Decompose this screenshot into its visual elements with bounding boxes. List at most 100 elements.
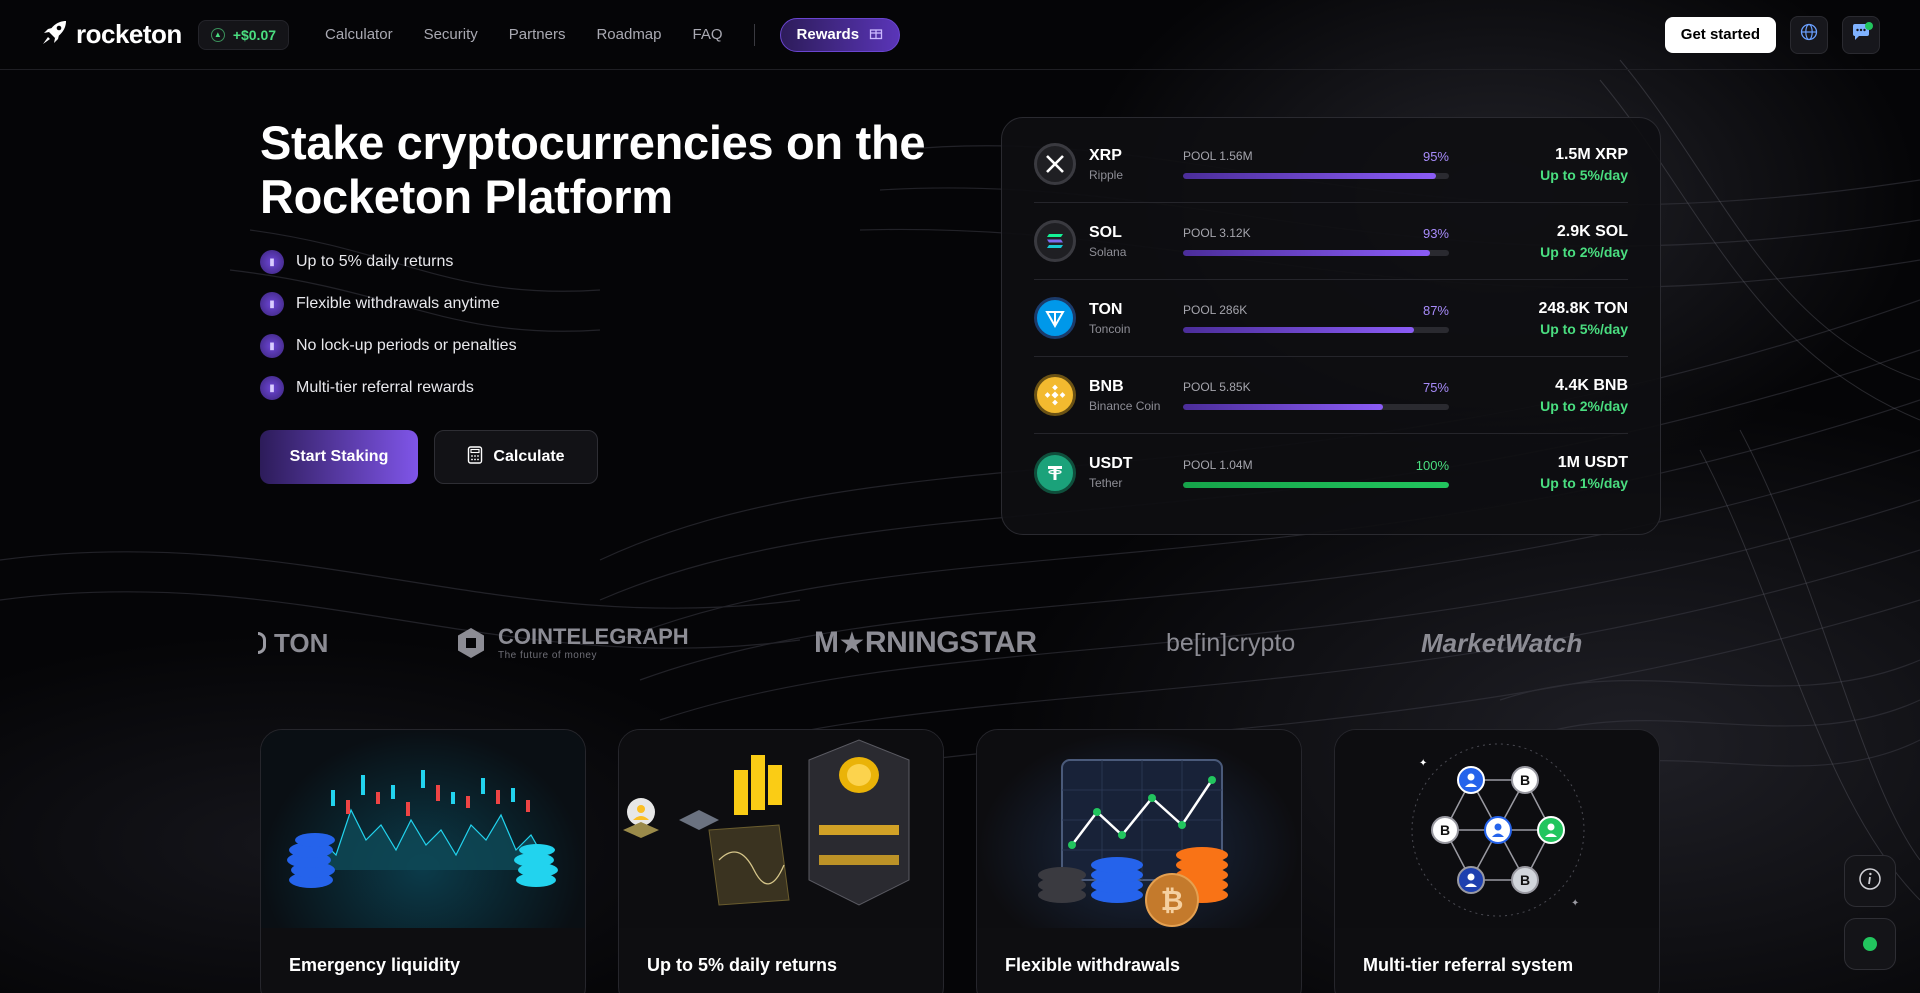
- nav-partners[interactable]: Partners: [509, 26, 566, 43]
- price-change-value: +$0.07: [232, 26, 277, 43]
- status-dot-icon: [1863, 937, 1877, 951]
- pool-progress-fill: [1183, 404, 1383, 410]
- star-icon: ★: [838, 626, 866, 660]
- pool-rate: Up to 2%/day: [1540, 243, 1628, 260]
- pool-amount: 4.4K BNB: [1555, 376, 1628, 394]
- coin-name: Ripple: [1089, 167, 1124, 182]
- hero-title-line2: Rocketon Platform: [260, 170, 673, 223]
- coin-name: Tether: [1089, 476, 1123, 490]
- partner-logos: TON COINTELEGRAPH The future of money M ★…: [0, 615, 1920, 671]
- pool-amount: 1M USDT: [1557, 454, 1628, 471]
- card-title: Up to 5% daily returns: [647, 955, 838, 975]
- rocket-icon: [40, 17, 70, 52]
- pool-size: POOL 5.85K: [1183, 380, 1251, 394]
- pool-row-ton[interactable]: TON Toncoin POOL 286K 87% 248.8K TON Up to …: [1034, 280, 1628, 357]
- feature-card-emergency-liquidity[interactable]: Emergency liquidity: [260, 729, 586, 993]
- pool-progress-bar: [1183, 327, 1449, 333]
- feature-card-flexible-withdrawals[interactable]: ₿ Flexible withdrawals: [976, 729, 1302, 993]
- coin-symbol: XRP: [1089, 146, 1122, 164]
- partner-morningstar-m: M: [814, 626, 839, 659]
- language-button[interactable]: [1790, 15, 1828, 54]
- pool-size: POOL 1.04M: [1183, 457, 1253, 472]
- feature-card-referral-system[interactable]: B B B ✦ ✦ Multi-tier referral system: [1334, 729, 1660, 993]
- check-icon: ▮: [260, 250, 284, 274]
- hero-section: Stake cryptocurrencies on the Rocketon P…: [260, 116, 980, 484]
- liquidity-illustration: [261, 730, 585, 928]
- partner-morningstar-rest: RNINGSTAR: [864, 626, 1037, 659]
- returns-illustration: [619, 730, 943, 928]
- svg-text:₿: ₿: [1161, 885, 1184, 916]
- partner-beincrypto-in: [in]: [1193, 628, 1228, 657]
- pool-amount: 248.8K TON: [1538, 299, 1628, 317]
- logo[interactable]: rocketon: [40, 17, 182, 52]
- pool-size: POOL 1.56M: [1183, 149, 1253, 163]
- referral-illustration: B B B ✦ ✦: [1335, 730, 1659, 928]
- pool-progress-fill: [1183, 481, 1449, 488]
- pool-row-bnb[interactable]: BNB Binance Coin POOL 5.85K 75% 4.4K BNB Up…: [1034, 357, 1628, 434]
- pool-row-usdt[interactable]: USDT Tether POOL 1.04M 100% 1M USDT Up to 1…: [1034, 434, 1628, 511]
- pool-row-sol[interactable]: SOL Solana POOL 3.12K 93% 2.9K SOL Up to 2%…: [1034, 203, 1628, 280]
- nav-security[interactable]: Security: [424, 26, 478, 43]
- bnb-coin-icon: [1034, 374, 1076, 416]
- pool-percent: 87%: [1422, 303, 1449, 318]
- feature-text: Flexible withdrawals anytime: [296, 295, 500, 312]
- sol-coin-icon: [1034, 220, 1076, 262]
- globe-icon: [1800, 23, 1818, 46]
- feature-text: Up to 5% daily returns: [296, 253, 454, 270]
- pool-rate: Up to 2%/day: [1540, 397, 1628, 414]
- feature-item: ▮ No lock-up periods or penalties: [260, 334, 980, 358]
- top-navbar: rocketon ▲ +$0.07 Calculator Security Pa…: [0, 0, 1920, 70]
- xrp-coin-icon: [1034, 143, 1076, 185]
- online-indicator: [1865, 21, 1873, 30]
- coin-symbol: BNB: [1089, 377, 1124, 395]
- partner-beincrypto-logo: be [in] crypto: [1166, 615, 1295, 671]
- get-started-button[interactable]: Get started: [1664, 16, 1776, 53]
- svg-text:✦: ✦: [1419, 758, 1427, 769]
- pool-rate: Up to 5%/day: [1540, 166, 1628, 183]
- calculate-button[interactable]: Calculate: [434, 430, 598, 484]
- gift-icon: [869, 26, 883, 44]
- pool-row-xrp[interactable]: XRP Ripple POOL 1.56M 95% 1.5M XRP Up to 5%…: [1034, 126, 1628, 203]
- pool-amount: 2.9K SOL: [1556, 222, 1628, 240]
- pool-progress-fill: [1183, 173, 1436, 179]
- info-button[interactable]: [1844, 855, 1896, 907]
- nav-roadmap[interactable]: Roadmap: [596, 26, 661, 43]
- svg-text:✦: ✦: [1571, 898, 1579, 909]
- feature-item: ▮ Multi-tier referral rewards: [260, 376, 980, 400]
- info-icon: [1858, 867, 1882, 896]
- pool-progress-bar: [1183, 481, 1449, 488]
- pool-percent: 75%: [1422, 380, 1449, 395]
- nav-faq[interactable]: FAQ: [693, 26, 723, 43]
- partner-marketwatch-text: MarketWatch: [1421, 627, 1583, 658]
- chat-button[interactable]: [1842, 15, 1880, 54]
- card-title: Multi-tier referral system: [1363, 955, 1574, 975]
- withdrawals-illustration: ₿: [977, 730, 1301, 928]
- cointelegraph-logo-icon: [458, 628, 484, 658]
- svg-text:B: B: [1440, 822, 1450, 838]
- start-staking-button[interactable]: Start Staking: [260, 430, 418, 484]
- pool-size: POOL 3.12K: [1183, 226, 1251, 240]
- feature-text: Multi-tier referral rewards: [296, 379, 474, 396]
- partner-morningstar-logo: M ★ RNINGSTAR: [814, 615, 1037, 671]
- pool-progress-bar: [1183, 404, 1449, 410]
- card-title: Emergency liquidity: [289, 955, 461, 975]
- hero-title: Stake cryptocurrencies on the Rocketon P…: [260, 116, 980, 224]
- calculator-icon: [467, 445, 483, 469]
- status-button[interactable]: [1844, 918, 1896, 970]
- coin-symbol: USDT: [1089, 455, 1133, 472]
- pool-progress-fill: [1183, 327, 1415, 333]
- rewards-button[interactable]: Rewards: [779, 17, 901, 52]
- staking-pools-card: XRP Ripple POOL 1.56M 95% 1.5M XRP Up to 5%…: [1001, 117, 1661, 535]
- pool-percent: 93%: [1422, 226, 1449, 241]
- coin-name: Binance Coin: [1089, 398, 1161, 413]
- feature-card-daily-returns[interactable]: Up to 5% daily returns: [618, 729, 944, 993]
- nav-calculator[interactable]: Calculator: [325, 26, 393, 43]
- partner-ton-logo: TON: [258, 615, 328, 671]
- rewards-label: Rewards: [796, 26, 860, 43]
- check-icon: ▮: [260, 376, 284, 400]
- arrow-up-icon: ▲: [210, 27, 225, 42]
- card-title: Flexible withdrawals: [1005, 955, 1181, 975]
- calculate-label: Calculate: [493, 448, 565, 465]
- feature-list: ▮ Up to 5% daily returns ▮ Flexible with…: [260, 250, 980, 400]
- partner-cointelegraph-text: COINTELEGRAPH: [498, 623, 689, 649]
